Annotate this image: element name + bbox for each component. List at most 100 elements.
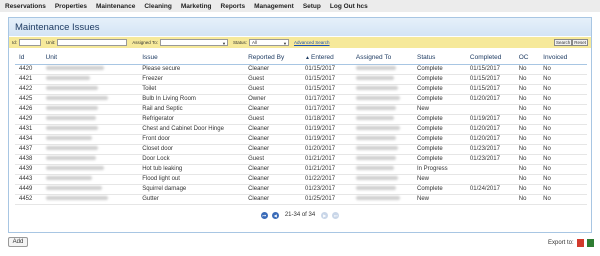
cell-status: Complete	[416, 144, 470, 155]
table-row[interactable]: 4431 Chest and Cabinet Door Hinge Cleaner 0…	[15, 124, 587, 135]
add-button[interactable]: Add	[8, 237, 28, 247]
cell-assigned-to	[355, 64, 417, 75]
cell-issue: Chest and Cabinet Door Hinge	[142, 124, 249, 135]
cell-entered: 01/19/2017	[305, 124, 356, 135]
cell-invoiced: No	[543, 154, 587, 165]
table-row[interactable]: 4425 Bulb In Living Room Owner 01/17/2017 Co…	[15, 94, 587, 105]
search-button[interactable]: Search	[553, 39, 573, 46]
cell-invoiced: No	[543, 114, 587, 125]
table-row[interactable]: 4434 Front door Cleaner 01/19/2017 Complete 0…	[15, 134, 587, 145]
table-row[interactable]: 4422 Toilet Guest 01/15/2017 Complete 01/15/2…	[15, 84, 587, 95]
cell-unit	[45, 84, 143, 95]
cell-reported-by: Owner	[248, 94, 306, 105]
table-row[interactable]: 4420 Please secure Cleaner 01/15/2017 Comple…	[15, 64, 587, 75]
cell-invoiced: No	[543, 134, 587, 145]
cell-issue: Squirrel damage	[142, 184, 249, 195]
nav-item-reservations[interactable]: Reservations	[5, 3, 46, 10]
nav-item-marketing[interactable]: Marketing	[181, 3, 212, 10]
redacted-text	[355, 116, 394, 121]
nav-item-log-out-hcs[interactable]: Log Out hcs	[330, 3, 368, 10]
cell-status: Complete	[416, 134, 470, 145]
header-issue[interactable]: Issue	[142, 52, 249, 65]
panel-title: Maintenance Issues	[9, 18, 591, 36]
unit-filter-input[interactable]	[57, 39, 128, 46]
table-row[interactable]: 4421 Freezer Guest 01/15/2017 Complete 01/15/…	[15, 74, 587, 85]
pdf-export-icon[interactable]	[576, 239, 584, 247]
table-row[interactable]: 4443 Flood light out Cleaner 01/22/2017 New N…	[15, 174, 587, 185]
next-page-icon[interactable]: ▶	[321, 211, 329, 219]
header-invoiced[interactable]: Invoiced	[543, 52, 587, 65]
cell-status: Complete	[416, 114, 470, 125]
assigned-filter-select[interactable]: ▼	[159, 39, 228, 46]
cell-entered: 01/19/2017	[305, 134, 356, 145]
cell-status: Complete	[416, 64, 470, 75]
table-row[interactable]: 4439 Hot tub leaking Cleaner 01/21/2017 In P…	[15, 164, 587, 175]
redacted-text	[45, 76, 90, 81]
sort-ascending-icon: ▲	[305, 55, 310, 62]
header-status[interactable]: Status	[416, 52, 470, 65]
redacted-text	[355, 106, 396, 111]
header-id[interactable]: Id	[15, 52, 46, 65]
status-filter-select[interactable]: All ▼	[248, 39, 289, 46]
cell-issue: Front door	[142, 134, 249, 145]
cell-invoiced: No	[543, 84, 587, 95]
header-assigned-to[interactable]: Assigned To	[355, 52, 417, 65]
reset-button[interactable]: Reset	[572, 39, 588, 46]
cell-issue: Freezer	[142, 74, 249, 85]
table-row[interactable]: 4449 Squirrel damage Cleaner 01/23/2017 Comp…	[15, 184, 587, 195]
redacted-text	[45, 106, 98, 111]
header-completed[interactable]: Completed	[469, 52, 519, 65]
header-oc[interactable]: OC	[518, 52, 544, 65]
cell-status: In Progress	[416, 164, 470, 175]
cell-entered: 01/23/2017	[305, 184, 356, 195]
page-range-text: 21-34 of 34	[284, 212, 316, 218]
cell-completed	[469, 174, 519, 185]
cell-oc: No	[518, 194, 544, 205]
status-filter-label: Status:	[232, 40, 247, 45]
last-page-icon[interactable]: ⏭	[332, 211, 340, 219]
assigned-filter-label: Assigned To:	[132, 40, 158, 45]
cell-entered: 01/21/2017	[305, 164, 356, 175]
table-row[interactable]: 4437 Closet door Cleaner 01/20/2017 Complete…	[15, 144, 587, 155]
cell-assigned-to	[355, 94, 417, 105]
cell-completed	[469, 104, 519, 115]
cell-oc: No	[518, 104, 544, 115]
cell-id: 4421	[15, 74, 46, 85]
advanced-search-link[interactable]: Advanced Search	[294, 40, 330, 45]
redacted-text	[45, 126, 98, 131]
table-row[interactable]: 4426 Rail and Septic Cleaner 01/17/2017 New N…	[15, 104, 587, 115]
nav-item-setup[interactable]: Setup	[303, 3, 321, 10]
cell-oc: No	[518, 84, 544, 95]
cell-unit	[45, 74, 143, 85]
table-row[interactable]: 4429 Refrigerator Guest 01/18/2017 Complete 0…	[15, 114, 587, 125]
cell-reported-by: Guest	[248, 74, 306, 85]
cell-completed: 01/23/2017	[469, 144, 519, 155]
export-label: Export to:	[548, 240, 574, 246]
cell-status: Complete	[416, 94, 470, 105]
nav-item-reports[interactable]: Reports	[221, 3, 246, 10]
cell-issue: Door Lock	[142, 154, 249, 165]
nav-item-properties[interactable]: Properties	[55, 3, 87, 10]
cell-reported-by: Cleaner	[248, 104, 306, 115]
nav-item-cleaning[interactable]: Cleaning	[144, 3, 171, 10]
table-row[interactable]: 4452 Gutter Cleaner 01/25/2017 New No No	[15, 194, 587, 205]
cell-reported-by: Guest	[248, 84, 306, 95]
redacted-text	[45, 176, 92, 181]
nav-item-management[interactable]: Management	[254, 3, 294, 10]
first-page-icon[interactable]: ⏮	[260, 211, 268, 219]
previous-page-icon[interactable]: ◀	[271, 211, 279, 219]
excel-export-icon[interactable]	[586, 239, 594, 247]
nav-item-maintenance[interactable]: Maintenance	[96, 3, 135, 10]
export-area: Export to:	[548, 239, 594, 247]
header-reported-by[interactable]: Reported By	[248, 52, 306, 65]
cell-status: New	[416, 174, 470, 185]
redacted-text	[45, 156, 96, 161]
redacted-text	[45, 86, 98, 91]
header-unit[interactable]: Unit	[45, 52, 143, 65]
cell-id: 4437	[15, 144, 46, 155]
header-entered[interactable]: ▲Entered	[305, 52, 356, 65]
id-filter-input[interactable]	[19, 39, 42, 46]
table-row[interactable]: 4438 Door Lock Guest 01/21/2017 Complete 01/2…	[15, 154, 587, 165]
cell-status: New	[416, 194, 470, 205]
cell-status: New	[416, 104, 470, 115]
